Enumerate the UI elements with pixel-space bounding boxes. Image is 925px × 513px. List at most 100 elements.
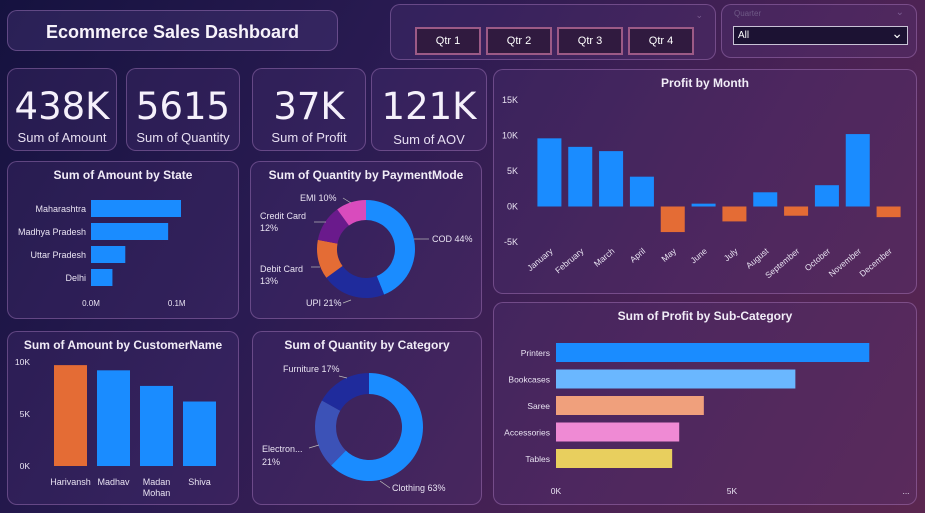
kpi-value: 438K — [14, 85, 110, 128]
x-tick-label: December — [857, 246, 894, 279]
bar — [556, 396, 704, 415]
y-tick-label: 5K — [507, 166, 518, 176]
kpi-card-quantity: 5615 Sum of Quantity — [126, 68, 240, 151]
y-tick-label: 0K — [20, 461, 31, 471]
bar — [568, 146, 593, 207]
leader-line — [308, 444, 320, 449]
slice-label: 12% — [260, 223, 278, 233]
bar-label: Printers — [521, 348, 550, 358]
bar — [691, 203, 716, 207]
qtr4-button[interactable]: Qtr 4 — [628, 27, 694, 55]
chart-amount-by-state[interactable]: Sum of Amount by State Maharashtra Madhya… — [7, 161, 239, 319]
x-tick-label: 0.0M — [82, 299, 100, 308]
kpi-card-amount: 438K Sum of Amount — [7, 68, 117, 151]
bar — [97, 370, 130, 466]
bar-label: Maharashtra — [35, 204, 86, 214]
header-title-card: Ecommerce Sales Dashboard — [7, 10, 338, 51]
page-title: Ecommerce Sales Dashboard — [45, 22, 300, 42]
bar-label: Uttar Pradesh — [30, 250, 86, 260]
x-tick-label: February — [553, 245, 586, 275]
bar — [140, 385, 173, 466]
bar — [599, 151, 624, 207]
x-tick-label: 5K — [727, 486, 738, 496]
quarter-dropdown[interactable]: All ⌄ — [733, 25, 908, 45]
x-tick-label: July — [722, 245, 741, 263]
bar-label: Delhi — [65, 273, 86, 283]
y-tick-label: 5K — [20, 409, 31, 419]
x-tick-label: November — [827, 246, 864, 279]
bar-label: Tables — [525, 454, 550, 464]
chart-profit-by-subcategory[interactable]: Sum of Profit by Sub-Category Printers Bo… — [493, 302, 917, 505]
bar-label: Madhya Pradesh — [18, 227, 86, 237]
x-tick-label: ... — [902, 486, 909, 496]
x-tick-label: Madan — [143, 477, 171, 487]
x-tick-label: April — [628, 246, 648, 265]
bar — [784, 206, 809, 216]
slice-label: COD 44% — [432, 234, 473, 244]
qtr3-button[interactable]: Qtr 3 — [557, 27, 623, 55]
quarter-dropdown-slicer: Quarter ⌄ All ⌄ — [721, 4, 917, 58]
y-tick-label: -5K — [504, 237, 518, 247]
x-tick-label: 0K — [551, 486, 562, 496]
x-tick-label: Madhav — [97, 477, 130, 487]
slice-label: UPI 21% — [306, 298, 342, 308]
kpi-label: Sum of AOV — [393, 132, 465, 147]
leader-line — [338, 375, 348, 379]
kpi-value: 121K — [381, 85, 477, 128]
qtr1-button[interactable]: Qtr 1 — [415, 27, 481, 55]
bar — [629, 176, 654, 207]
bar — [556, 343, 870, 362]
bar — [876, 206, 901, 218]
x-tick-label: Shiva — [188, 477, 211, 487]
y-tick-label: 15K — [502, 95, 518, 105]
bar-label: Saree — [527, 401, 550, 411]
chart-amount-by-customer[interactable]: Sum of Amount by CustomerName 10K 5K 0K Har… — [7, 331, 239, 505]
x-tick-label: January — [525, 245, 555, 273]
y-tick-label: 10K — [15, 357, 30, 367]
slice-label: Debit Card — [260, 264, 303, 274]
dropdown-header-label: Quarter — [734, 9, 762, 18]
chart-profit-by-month[interactable]: Profit by Month 15K 10K 5K 0K -5K January Febr… — [493, 69, 917, 294]
slice-label: Clothing 63% — [392, 483, 446, 493]
x-tick-label: May — [659, 245, 678, 263]
y-tick-label: 10K — [502, 131, 518, 141]
slice-label: Electron... — [262, 444, 303, 454]
slicer-chevron-icon: ⌄ — [695, 10, 703, 20]
kpi-value: 37K — [273, 85, 345, 128]
bar-label: Accessories — [504, 428, 550, 438]
bar — [660, 206, 685, 233]
bar — [91, 246, 126, 263]
chart-quantity-by-category[interactable]: Sum of Quantity by Category Clothing 63%… — [252, 331, 482, 505]
kpi-label: Sum of Profit — [271, 130, 347, 145]
x-tick-label: Mohan — [143, 488, 171, 498]
bar — [753, 192, 778, 207]
bar — [556, 449, 673, 468]
kpi-label: Sum of Amount — [17, 130, 107, 145]
chart-quantity-by-paymentmode[interactable]: Sum of Quantity by PaymentMode COD 44% UP… — [250, 161, 482, 319]
bar — [91, 223, 169, 240]
x-tick-label: 0.1M — [168, 299, 186, 308]
bar — [845, 134, 870, 207]
leader-line — [379, 480, 391, 489]
bar — [183, 401, 216, 466]
slice-label: Furniture 17% — [283, 364, 340, 374]
y-tick-label: 0K — [507, 202, 518, 212]
bar — [91, 269, 113, 286]
slice-label: 13% — [260, 276, 278, 286]
slice-label: Credit Card — [260, 211, 306, 221]
kpi-label: Sum of Quantity — [136, 130, 230, 145]
chevron-down-icon: ⌄ — [891, 25, 903, 41]
bar — [54, 365, 87, 466]
bar — [722, 206, 747, 222]
bar — [556, 422, 680, 442]
kpi-card-aov: 121K Sum of AOV — [371, 68, 487, 151]
dropdown-chevron-icon: ⌄ — [895, 7, 904, 18]
qtr2-button[interactable]: Qtr 2 — [486, 27, 552, 55]
x-tick-label: June — [688, 246, 709, 266]
bar — [91, 200, 181, 217]
quarter-button-slicer: ⌄ Qtr 1 Qtr 2 Qtr 3 Qtr 4 — [390, 4, 716, 60]
bar — [556, 369, 796, 389]
bar — [537, 138, 562, 207]
slice-label: 21% — [262, 457, 280, 467]
leader-line — [342, 299, 352, 304]
